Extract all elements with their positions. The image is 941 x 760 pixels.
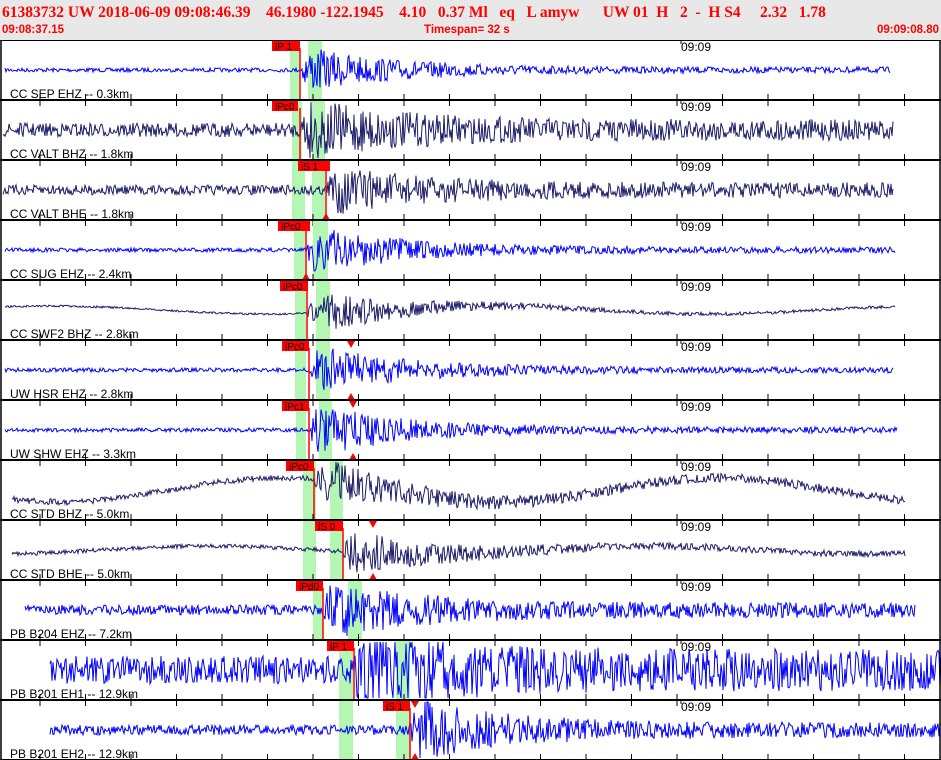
seismogram-trace [4, 348, 894, 390]
trace-1[interactable]: iPc0 09:09 CC VALT BHZ -- 1.8km [0, 100, 941, 166]
time-marker: 09:09 [681, 160, 711, 174]
time-marker: 09:09 [681, 400, 711, 414]
seismogram-trace [4, 229, 896, 272]
trace-10[interactable]: iP 1 09:09 PB B201 EH1 -- 12.9km [0, 640, 941, 706]
pick-label: iPc0 [275, 102, 295, 113]
seismogram-trace [2, 170, 894, 214]
trace-8[interactable]: iS 0 09:09 CC STD BHE -- 5.0km [0, 520, 941, 586]
station-label: CC VALT BHZ -- 1.8km [10, 147, 133, 161]
trace-4[interactable]: iPc0 09:09 CC SWF2 BHZ -- 2.8km [0, 280, 941, 346]
pick-label: iP 1 [275, 42, 292, 53]
seismogram-trace [4, 409, 898, 452]
time-marker: 09:09 [681, 100, 711, 114]
station-label: CC STD BHE -- 5.0km [10, 567, 130, 581]
station-label: PB B201 EH1 -- 12.9km [10, 687, 138, 701]
time-marker: 09:09 [681, 340, 711, 354]
time-marker: 09:09 [681, 40, 711, 54]
phase-marker-icon [411, 701, 419, 708]
trace-11[interactable]: iS 1 09:09 PB B201 EH2 -- 12.9km [0, 700, 941, 760]
seismogram-trace [24, 585, 916, 636]
trace-2[interactable]: iS 1 09:09 CC VALT BHE -- 1.8km [0, 160, 941, 226]
station-label: PB B204 EHZ -- 7.2km [10, 627, 132, 641]
waveform-panel[interactable]: iP 1 09:09 CC SEP EHZ -- 0.3km iPc0 09:09 CC … [0, 40, 941, 760]
trace-3[interactable]: iPc0 09:09 CC SUG EHZ -- 2.4km [0, 220, 941, 286]
seismogram-trace [2, 101, 894, 159]
phase-marker-icon [349, 401, 357, 408]
trace-6[interactable]: iPc1 09:09 UW SHW EHZ -- 3.3km [0, 400, 941, 466]
seismogram-trace [4, 294, 896, 329]
station-label: CC SEP EHZ -- 0.3km [10, 87, 129, 101]
trace-5[interactable]: iPc0 09:09 UW HSR EHZ -- 2.8km [0, 340, 941, 406]
pick-label: iPc0 [283, 282, 303, 293]
station-label: CC VALT BHE -- 1.8km [10, 207, 134, 221]
pick-label: iPc0 [289, 462, 309, 473]
time-marker: 09:09 [681, 520, 711, 534]
seismogram-trace [49, 701, 941, 759]
pick-label: iS 1 [301, 162, 319, 173]
start-time: 09:08:37.15 [2, 24, 65, 36]
seismogram-trace [49, 641, 941, 699]
pick-label: iPd0 [299, 582, 319, 593]
pick-label: iPc0 [281, 222, 301, 233]
station-label: UW SHW EHZ -- 3.3km [10, 447, 136, 461]
phase-marker-icon [349, 453, 357, 460]
station-label: CC STD BHZ -- 5.0km [10, 507, 129, 521]
station-label: CC SWF2 BHZ -- 2.8km [10, 327, 139, 341]
seismogram-trace [11, 533, 906, 573]
station-label: PB B201 EH2 -- 12.9km [10, 747, 138, 760]
time-marker: 09:09 [681, 640, 711, 654]
seismogram-trace [4, 49, 891, 88]
time-marker: 09:09 [681, 460, 711, 474]
trace-9[interactable]: iPd0 09:09 PB B204 EHZ -- 7.2km [0, 580, 941, 646]
event-header: 61383732 UW 2018-06-09 09:08:46.39 46.19… [0, 0, 941, 40]
time-marker: 09:09 [681, 280, 711, 294]
trace-0[interactable]: iP 1 09:09 CC SEP EHZ -- 0.3km [0, 40, 941, 106]
end-time: 09:09:08.80 [876, 24, 939, 36]
seismogram-trace [11, 461, 906, 511]
phase-marker-icon [411, 753, 419, 760]
pick-label: iP 1 [330, 642, 347, 653]
phase-marker-icon [369, 573, 377, 580]
phase-marker-icon [347, 393, 355, 400]
event-summary: 61383732 UW 2018-06-09 09:08:46.39 46.19… [2, 4, 826, 21]
phase-marker-icon [347, 341, 355, 348]
station-label: CC SUG EHZ -- 2.4km [10, 267, 131, 281]
pick-label: iS 1 [386, 702, 404, 713]
pick-label: iPc1 [285, 402, 305, 413]
time-marker: 09:09 [681, 700, 711, 714]
trace-7[interactable]: iPc0 09:09 CC STD BHZ -- 5.0km [0, 460, 941, 526]
phase-marker-icon [369, 521, 377, 528]
time-marker: 09:09 [681, 580, 711, 594]
pick-label: iS 0 [318, 522, 336, 533]
time-marker: 09:09 [681, 220, 711, 234]
station-label: UW HSR EHZ -- 2.8km [10, 387, 133, 401]
timespan: Timespan= 32 s [424, 24, 510, 36]
pick-label: iPc0 [285, 342, 305, 353]
